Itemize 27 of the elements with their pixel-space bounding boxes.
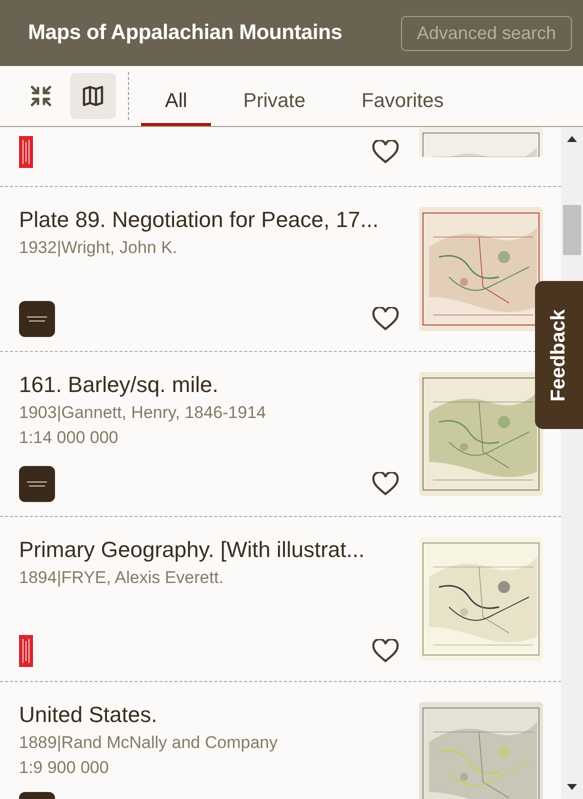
map-scale: 1:9 900 000 (19, 758, 110, 778)
map-date-author: 1903|Gannett, Henry, 1846-1914 (19, 403, 267, 423)
tab[interactable]: Favorites (337, 66, 468, 126)
map-scale: 1:14 000 000 (19, 428, 120, 448)
heart-icon[interactable] (372, 307, 399, 331)
tab[interactable]: All (141, 66, 212, 126)
feedback-tab[interactable]: Feedback (535, 281, 583, 429)
scroll-down-icon[interactable] (567, 783, 577, 791)
tab[interactable]: Private (219, 66, 330, 126)
map-title: Primary Geography. [With illustrat... (19, 537, 366, 563)
scroll-up-icon[interactable] (567, 135, 577, 143)
map-date-author: 1932|Wright, John K. (19, 238, 178, 258)
collection-logo-icon (19, 466, 55, 502)
map-title: Plate 89. Negotiation for Peace, 17... (19, 207, 380, 233)
map-title: United States. (19, 702, 158, 728)
heart-icon[interactable] (372, 140, 399, 164)
map-title: 161. Barley/sq. mile. (19, 372, 220, 398)
map-icon[interactable] (70, 73, 116, 119)
heart-icon[interactable] (372, 639, 399, 663)
map-date-author: 1894|FRYE, Alexis Everett. (19, 568, 224, 588)
library-logo-icon (19, 136, 33, 168)
collection-logo-icon (19, 301, 55, 337)
map-date-author: 1889|Rand McNally and Company (19, 733, 279, 753)
scroll-thumb[interactable] (563, 205, 581, 255)
page-title: Maps of Appalachian Mountains (28, 21, 342, 45)
heart-icon[interactable] (372, 472, 399, 496)
library-logo-icon (19, 635, 33, 667)
